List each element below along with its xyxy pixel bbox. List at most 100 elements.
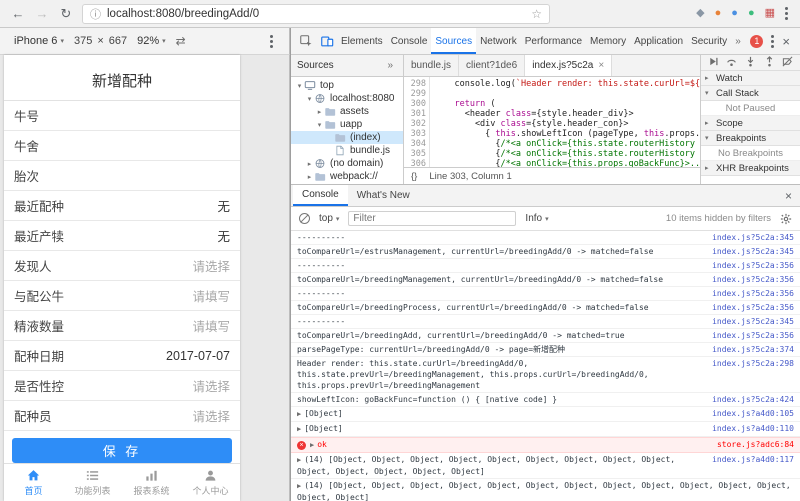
console-source-link[interactable]: index.js?5c2a:356 [712, 330, 794, 341]
address-bar[interactable]: ⓘ localhost:8080/breedingAdd/0 ☆ [82, 3, 550, 24]
tabbar-item-profile[interactable]: 个人中心 [181, 464, 240, 501]
console-settings-icon[interactable] [780, 213, 792, 225]
log-level-selector[interactable]: Info ▾ [525, 213, 548, 224]
line-number[interactable]: 306 [404, 159, 426, 167]
tree-expand-arrow[interactable]: ▸ [305, 173, 314, 181]
console-source-link[interactable]: index.js?5c2a:356 [712, 260, 794, 271]
console-source-link[interactable]: index.js?a4d0:105 [712, 408, 794, 419]
devtools-tab-security[interactable]: Security [687, 28, 731, 54]
tree-item-bundle-js[interactable]: bundle.js [291, 144, 403, 157]
pretty-print-button[interactable]: {} [411, 171, 417, 182]
console-source-link[interactable]: index.js?5c2a:424 [712, 394, 794, 405]
deactivate-breakpoints-icon[interactable] [782, 56, 793, 70]
console-source-link[interactable]: index.js?5c2a:356 [712, 274, 794, 285]
form-field-row[interactable]: 发现人 请选择 [4, 251, 240, 281]
bookmark-star-icon[interactable]: ☆ [531, 7, 542, 21]
tree-item-localhost-8080[interactable]: ▾ localhost:8080 [291, 92, 403, 105]
line-number-gutter[interactable]: 298 299 300 301 302 303 304 305 306 [404, 77, 430, 167]
devtools-tab-performance[interactable]: Performance [521, 28, 586, 54]
tree-item-top[interactable]: ▾ top [291, 79, 403, 92]
file-tab-index-js-5c2a[interactable]: index.js?5c2a × [525, 55, 613, 76]
file-tab-client-1de6[interactable]: client?1de6 [459, 55, 526, 76]
devtools-tab-sources[interactable]: Sources [431, 28, 477, 54]
step-over-icon[interactable] [726, 56, 737, 70]
console-source-link[interactable]: index.js?5c2a:356 [712, 288, 794, 299]
tabbar-item-home[interactable]: 首页 [4, 464, 63, 501]
tree-item-webpack[interactable]: ▸ webpack:// [291, 170, 403, 183]
console-source-link[interactable]: index.js?5c2a:345 [712, 316, 794, 327]
line-number[interactable]: 301 [404, 109, 426, 119]
toggle-device-toolbar-icon[interactable] [316, 31, 337, 51]
line-number[interactable]: 302 [404, 119, 426, 129]
expand-triangle-icon[interactable]: ▶ [297, 456, 301, 464]
line-number[interactable]: 304 [404, 139, 426, 149]
save-button[interactable]: 保 存 [12, 438, 232, 463]
browser-menu-icon[interactable] [783, 5, 790, 22]
extension-icon-1[interactable]: ◆ [696, 8, 704, 19]
devtools-tab-elements[interactable]: Elements [337, 28, 387, 54]
console-source-link[interactable]: index.js?5c2a:345 [712, 246, 794, 257]
tree-expand-arrow[interactable]: ▾ [315, 121, 324, 129]
form-field-row[interactable]: 精液数量 请填写 [4, 311, 240, 341]
form-field-row[interactable]: 是否性控 请选择 [4, 371, 240, 401]
line-number[interactable]: 298 [404, 79, 426, 89]
inspect-element-icon[interactable] [295, 31, 316, 51]
debugger-section-watch[interactable]: ▸ Watch [701, 71, 800, 86]
tab-whats-new[interactable]: What's New [348, 185, 419, 206]
console-source-link[interactable]: store.js?adc6:84 [717, 439, 794, 450]
line-number[interactable]: 303 [404, 129, 426, 139]
debugger-section-call-stack[interactable]: ▾ Call Stack [701, 86, 800, 101]
console-source-link[interactable]: index.js?5c2a:374 [712, 344, 794, 355]
device-select[interactable]: iPhone 6 ▾ [14, 35, 64, 47]
extension-icon-4[interactable]: ● [748, 8, 755, 19]
tree-expand-arrow[interactable]: ▾ [295, 82, 304, 90]
console-source-link[interactable]: index.js?a4d0:110 [712, 423, 794, 434]
clear-console-icon[interactable] [299, 213, 310, 224]
console-source-link[interactable]: index.js?5c2a:356 [712, 302, 794, 313]
console-source-link[interactable]: index.js?5c2a:298 [712, 358, 794, 369]
devtools-tab-network[interactable]: Network [476, 28, 521, 54]
debugger-section-breakpoints[interactable]: ▾ Breakpoints [701, 131, 800, 146]
devtools-menu-icon[interactable] [769, 33, 776, 50]
expand-triangle-icon[interactable]: ▶ [310, 441, 314, 449]
back-button[interactable]: ← [10, 6, 26, 21]
tree-expand-arrow[interactable]: ▸ [315, 108, 324, 116]
form-field-row[interactable]: 配种员 请选择 [4, 401, 240, 431]
tab-console[interactable]: Console [293, 185, 348, 206]
line-number[interactable]: 300 [404, 99, 426, 109]
tree-expand-arrow[interactable]: ▾ [305, 95, 314, 103]
form-field-row[interactable]: 最近配种 无 [4, 191, 240, 221]
close-drawer-icon[interactable]: × [779, 189, 798, 203]
tree-item-index[interactable]: (index) [291, 131, 403, 144]
console-source-link[interactable]: index.js?5c2a:345 [712, 232, 794, 243]
zoom-select[interactable]: 92% ▾ [137, 35, 166, 47]
expand-triangle-icon[interactable]: ▶ [297, 410, 301, 418]
devtools-tab-memory[interactable]: Memory [586, 28, 630, 54]
file-tab-bundle-js[interactable]: bundle.js [404, 55, 460, 76]
expand-triangle-icon[interactable]: ▶ [297, 425, 301, 433]
form-field-row[interactable]: 最近产犊 无 [4, 221, 240, 251]
close-tab-icon[interactable]: × [598, 60, 604, 71]
viewport-width[interactable]: 375 [74, 35, 92, 47]
console-filter-input[interactable] [348, 211, 517, 226]
line-number[interactable]: 305 [404, 149, 426, 159]
form-field-row[interactable]: 牛号 [4, 101, 240, 131]
tabbar-item-features[interactable]: 功能列表 [63, 464, 122, 501]
viewport-height[interactable]: 667 [109, 35, 127, 47]
more-tabs-icon[interactable]: » [731, 36, 745, 47]
extension-icon-3[interactable]: ● [731, 8, 738, 19]
extension-icon-5[interactable]: ▦ [765, 8, 775, 19]
context-selector[interactable]: top ▾ [319, 213, 339, 224]
step-into-icon[interactable] [745, 56, 756, 70]
page-info-icon[interactable]: ⓘ [90, 6, 101, 22]
step-out-icon[interactable] [764, 55, 775, 70]
console-source-link[interactable]: index.js?a4d0:117 [712, 454, 794, 465]
navigator-tab-sources[interactable]: Sources [297, 60, 334, 71]
refresh-button[interactable]: ↻ [58, 6, 74, 22]
extension-icon-2[interactable]: ● [715, 8, 722, 19]
devtools-tab-application[interactable]: Application [630, 28, 687, 54]
form-field-row[interactable]: 胎次 [4, 161, 240, 191]
forward-button[interactable]: → [34, 6, 50, 21]
expand-triangle-icon[interactable]: ▶ [297, 482, 301, 490]
device-toolbar-menu-icon[interactable] [268, 33, 275, 50]
